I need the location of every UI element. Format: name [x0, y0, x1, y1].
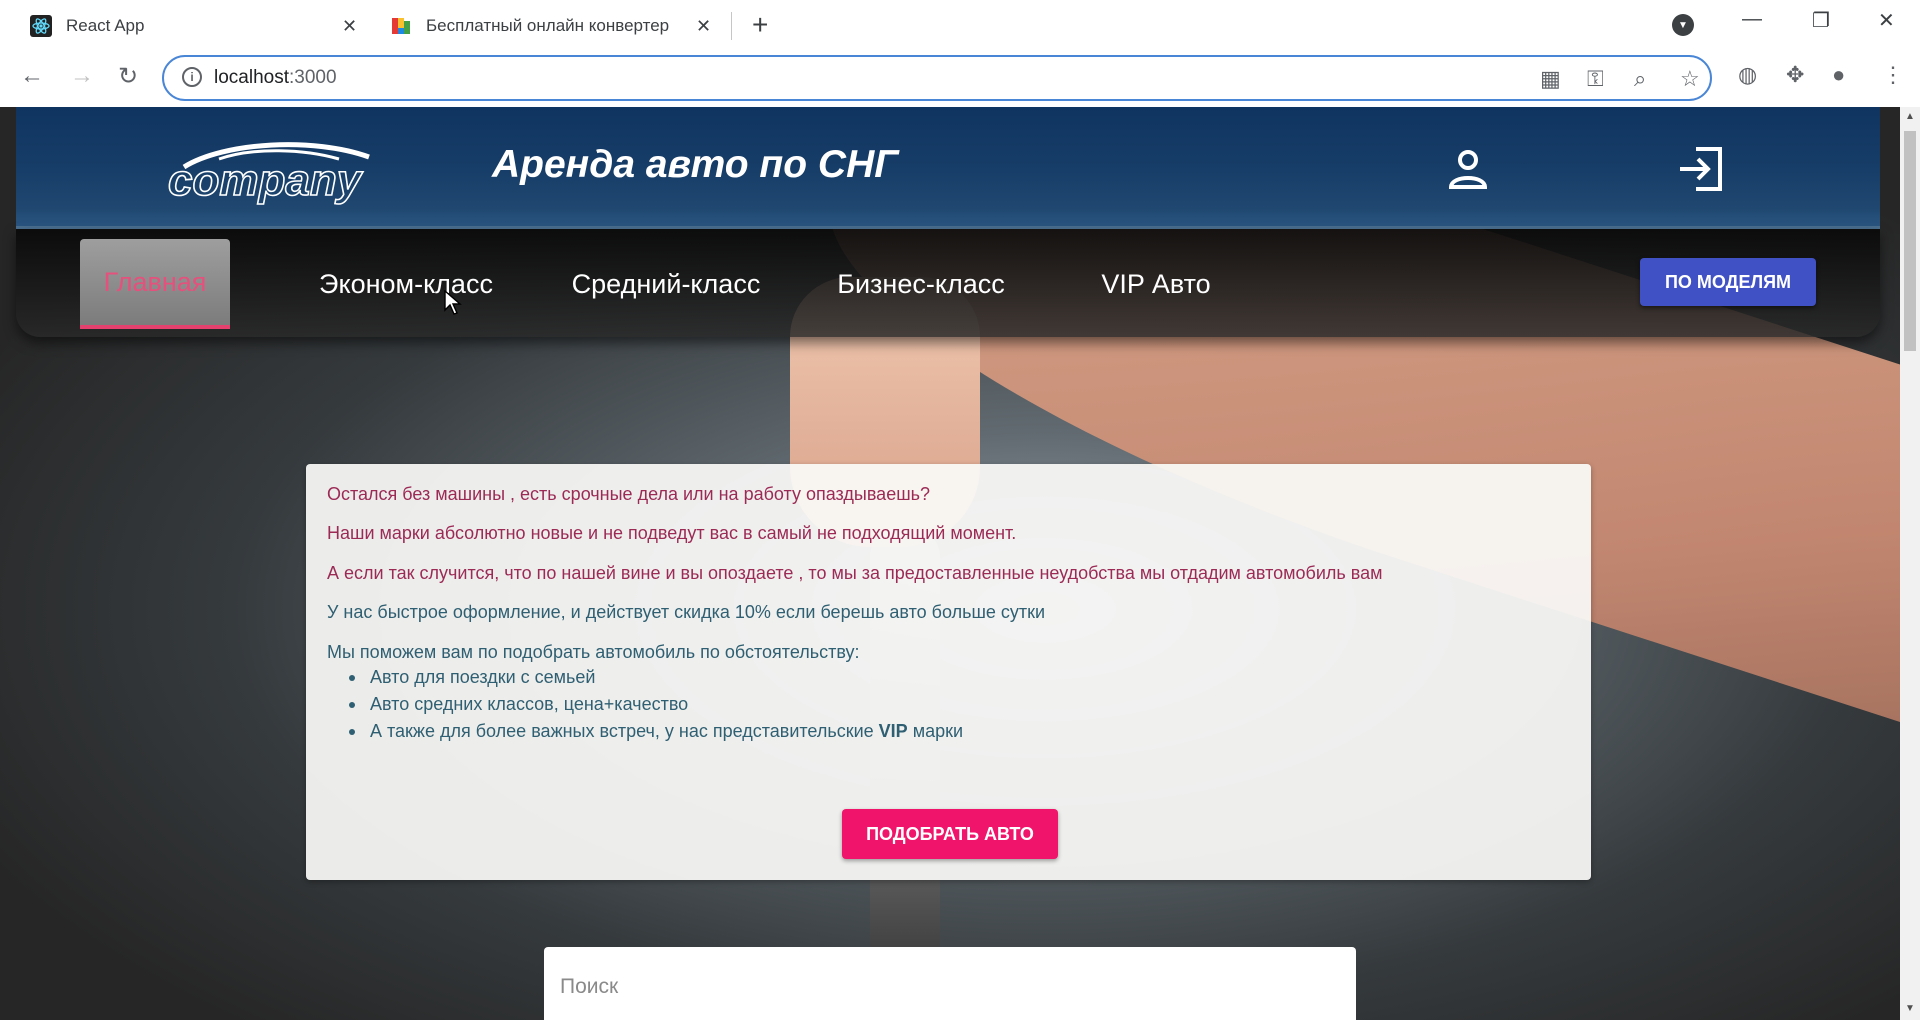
- main-navbar: Главная Эконом-класс Средний-класс Бизне…: [16, 229, 1880, 337]
- scroll-thumb[interactable]: [1904, 131, 1916, 351]
- restore-icon[interactable]: ❐: [1812, 8, 1830, 33]
- company-logo[interactable]: company: [164, 137, 394, 207]
- reload-icon[interactable]: ↻: [118, 62, 138, 91]
- tab-search-icon[interactable]: ▼: [1672, 14, 1694, 36]
- user-icon[interactable]: [1446, 147, 1490, 191]
- list-item: Авто средних классов, цена+качество: [349, 691, 963, 718]
- back-icon[interactable]: ←: [20, 62, 44, 90]
- site-header: company Аренда авто по СНГ: [16, 107, 1880, 229]
- extension-color-icon[interactable]: ◍: [1738, 62, 1757, 88]
- benefits-list: Авто для поездки с семьей Авто средних к…: [349, 664, 963, 745]
- close-tab-icon[interactable]: ✕: [342, 16, 357, 37]
- minimize-icon[interactable]: —: [1742, 8, 1762, 31]
- page-scrollbar[interactable]: ▲ ▼: [1900, 107, 1920, 1020]
- info-text-3: А если так случится, что по нашей вине и…: [327, 563, 1383, 583]
- scroll-up-icon[interactable]: ▲: [1905, 111, 1915, 122]
- browser-tab-converter[interactable]: Бесплатный онлайн конвертер ✕: [390, 6, 725, 46]
- search-input[interactable]: [544, 947, 1356, 1020]
- profile-icon[interactable]: ●: [1832, 62, 1845, 88]
- react-icon: [30, 15, 52, 37]
- address-bar[interactable]: i localhost:3000 ▦ ⚿ ⌕ ☆: [162, 55, 1712, 101]
- tab-divider: [731, 12, 732, 40]
- info-card: Остался без машины , есть срочные дела и…: [306, 464, 1591, 880]
- forward-icon[interactable]: →: [70, 62, 94, 90]
- nav-item-middle[interactable]: Средний-класс: [556, 239, 776, 329]
- key-icon[interactable]: ⚿: [1587, 66, 1604, 92]
- info-text-5: Мы поможем вам по подобрать автомобиль п…: [327, 642, 860, 662]
- scroll-down-icon[interactable]: ▼: [1905, 1003, 1915, 1014]
- mouse-cursor-icon: [444, 290, 462, 315]
- info-text-2: Наши марки абсолютно новые и не подведут…: [327, 523, 1017, 543]
- pick-car-button[interactable]: ПОДОБРАТЬ АВТО: [842, 809, 1058, 859]
- converter-favicon-icon: [390, 15, 412, 37]
- info-text-1: Остался без машины , есть срочные дела и…: [327, 484, 931, 504]
- list-item: Авто для поездки с семьей: [349, 664, 963, 691]
- nav-item-home[interactable]: Главная: [80, 239, 230, 329]
- nav-item-business[interactable]: Бизнес-класс: [816, 239, 1026, 329]
- info-text-4: У нас быстрое оформление, и действует ск…: [327, 602, 1046, 622]
- browser-toolbar: ← → ↻ i localhost:3000 ▦ ⚿ ⌕ ☆: [0, 50, 1920, 107]
- nav-item-economy[interactable]: Эконом-класс: [306, 239, 506, 329]
- menu-dots-icon[interactable]: ⋮: [1882, 62, 1904, 88]
- close-window-icon[interactable]: ✕: [1878, 8, 1895, 33]
- browser-tab-react-app[interactable]: React App ✕: [30, 6, 360, 46]
- qr-code-icon[interactable]: ▦: [1540, 66, 1561, 92]
- site-info-icon[interactable]: i: [182, 67, 202, 87]
- svg-text:company: company: [168, 156, 364, 205]
- extensions-puzzle-icon[interactable]: ✥: [1786, 62, 1804, 88]
- nav-item-vip[interactable]: VIP Авто: [1076, 239, 1236, 329]
- list-item: А также для более важных встреч, у нас п…: [349, 718, 963, 745]
- new-tab-icon[interactable]: +: [752, 11, 768, 39]
- by-models-button[interactable]: ПО МОДЕЛЯМ: [1640, 258, 1816, 306]
- zoom-icon[interactable]: ⌕: [1634, 66, 1646, 92]
- page-viewport: company Аренда авто по СНГ Главная Эконо…: [0, 107, 1900, 1020]
- logout-icon[interactable]: [1676, 145, 1726, 193]
- browser-tabstrip: React App ✕ Бесплатный онлайн конвертер …: [0, 0, 1920, 50]
- tab-title: Бесплатный онлайн конвертер: [426, 16, 670, 35]
- bookmark-star-icon[interactable]: ☆: [1680, 66, 1700, 92]
- tab-title: React App: [66, 16, 145, 35]
- site-title: Аренда авто по СНГ: [492, 143, 899, 186]
- close-tab-icon[interactable]: ✕: [696, 16, 711, 37]
- address-url: localhost:3000: [214, 67, 337, 88]
